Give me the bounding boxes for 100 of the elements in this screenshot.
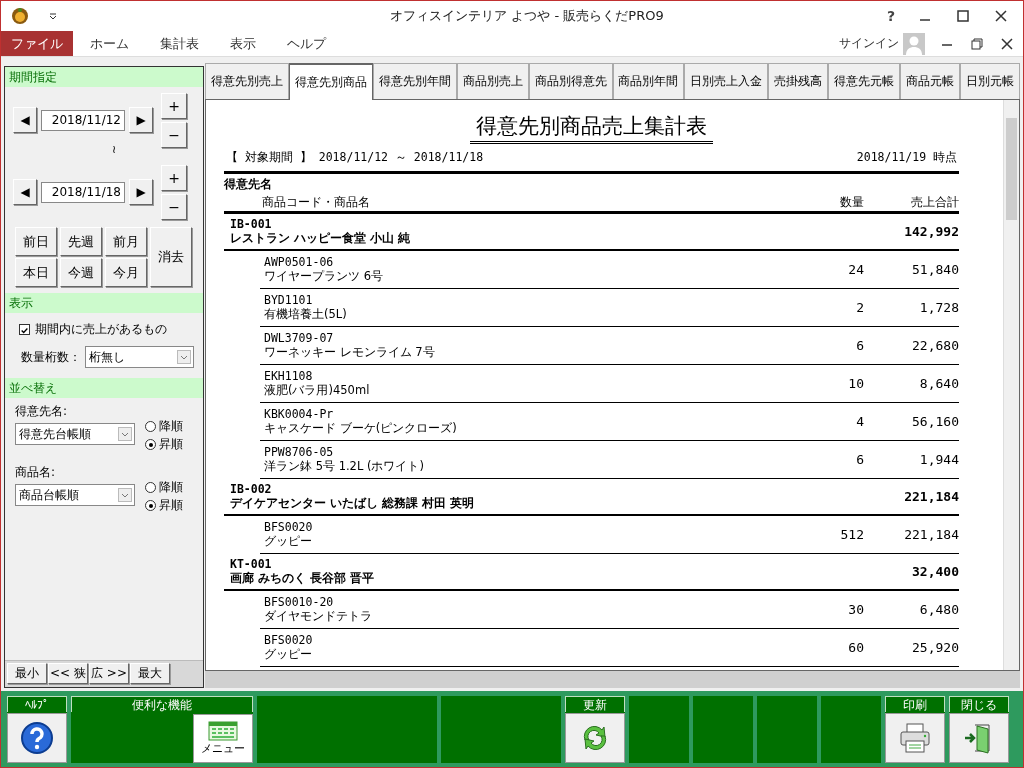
quantity-cell-text: 4 — [855, 414, 864, 429]
customer-total: 32,400 — [912, 564, 959, 579]
previous-date-button[interactable]: ◀ — [13, 107, 37, 133]
column-header: 売上合計 — [910, 195, 959, 210]
dropdown[interactable]: 桁無し — [85, 346, 194, 368]
report-tab[interactable]: 得意先別売上 — [205, 63, 289, 99]
field-label: 得意先名: — [14, 403, 69, 420]
menu-item[interactable]: ヘルプ — [270, 31, 340, 56]
date-preset-button[interactable]: 先週 — [60, 227, 102, 256]
report-tab[interactable]: 得意先元帳 — [828, 63, 901, 99]
menu-item[interactable]: 集計表 — [143, 31, 213, 56]
vertical-scrollbar[interactable] — [1003, 100, 1019, 670]
maximize-icon[interactable] — [955, 8, 971, 24]
minus-button[interactable]: − — [161, 121, 187, 148]
report-tab[interactable]: 商品元帳 — [900, 63, 961, 99]
date-preset-button[interactable]: 今週 — [60, 258, 102, 287]
amount-cell-text: 51,840 — [911, 262, 959, 277]
radio-label: 降順 — [159, 479, 183, 496]
panel-width-button[interactable]: 広 >> — [89, 663, 129, 684]
date-field[interactable]: 2018/11/12 — [41, 109, 125, 131]
customer-code: IB-001 — [230, 217, 273, 231]
close-icon[interactable] — [993, 8, 1009, 24]
report-title: 得意先別商品売上集計表 — [470, 112, 713, 144]
dropdown[interactable]: 商品台帳順 — [15, 484, 135, 506]
date-preset-button[interactable]: 前月 — [105, 227, 147, 256]
product-code: BFS0020 — [264, 633, 314, 647]
amount-cell-text: 8,640 — [918, 376, 959, 391]
amount-cell-text: 1,728 — [918, 300, 959, 315]
customer-name: レストラン ハッピー食堂 小山 純 — [230, 231, 411, 246]
panel-width-button[interactable]: 最大 — [130, 663, 170, 684]
help-button[interactable]: ? — [886, 8, 895, 24]
section-header: 表示 — [5, 293, 203, 313]
panel-width-button[interactable]: 最小 — [7, 663, 47, 684]
app-logo-icon — [11, 7, 29, 25]
next-date-button[interactable]: ▶ — [129, 107, 153, 133]
product-code: BYD1101 — [264, 293, 314, 307]
product-code: BFS0020 — [264, 520, 314, 534]
next-date-button[interactable]: ▶ — [129, 179, 153, 205]
report-tab[interactable]: 日別元帳 — [960, 63, 1020, 99]
caret-icon — [118, 427, 132, 441]
horizontal-scrollbar[interactable] — [205, 671, 1020, 688]
radio-button[interactable] — [145, 500, 156, 511]
amount-cell-text: 6,480 — [918, 602, 959, 617]
report-tab[interactable]: 得意先別年間 — [372, 63, 457, 99]
menu-button[interactable]: メニュー — [193, 714, 253, 763]
minus-button[interactable]: − — [161, 193, 187, 220]
menu-item[interactable]: ホーム — [73, 31, 143, 56]
radio-label: 昇順 — [159, 497, 183, 514]
empty-panel — [757, 696, 817, 763]
dropdown[interactable]: 得意先台帳順 — [15, 423, 135, 445]
empty-panel — [821, 696, 881, 763]
product-code: KBK0004-Pr — [264, 407, 335, 421]
column-header: 得意先名 — [224, 177, 273, 192]
restore-icon[interactable] — [969, 35, 985, 52]
date-preset-button[interactable]: 前日 — [15, 227, 57, 256]
field-label: 数量桁数： — [21, 348, 81, 366]
quantity-cell-text: 30 — [847, 602, 864, 617]
section-header: 期間指定 — [5, 67, 203, 87]
date-field[interactable]: 2018/11/18 — [41, 181, 125, 203]
radio-button[interactable] — [145, 482, 156, 493]
report-tab[interactable]: 売掛残高 — [768, 63, 829, 99]
report-tab[interactable]: 商品別得意先 — [528, 63, 613, 99]
product-code: AWP0501-06 — [264, 255, 335, 269]
report-tab[interactable]: 商品別年間 — [612, 63, 685, 99]
customer-name: 画廊 みちのく 長谷部 晋平 — [230, 571, 375, 586]
product-name: ダイヤモンドテトラ — [264, 609, 373, 624]
caret-icon — [177, 350, 191, 364]
plus-button[interactable]: + — [161, 92, 187, 119]
report-tab[interactable]: 得意先別商品 — [288, 63, 373, 100]
radio-button[interactable] — [145, 439, 156, 450]
menu-item[interactable]: ファイル — [1, 31, 73, 56]
customer-total: 221,184 — [904, 489, 959, 504]
product-code: DWL3709-07 — [264, 331, 335, 345]
plus-button[interactable]: + — [161, 164, 187, 191]
menu-item[interactable]: 表示 — [213, 31, 270, 56]
checkbox[interactable] — [19, 324, 30, 335]
customer-code: IB-002 — [230, 482, 273, 496]
caret-icon — [118, 488, 132, 502]
toolbar-label: ﾍﾙﾌﾟ — [7, 696, 67, 712]
product-name: グッピー — [264, 647, 313, 662]
product-code: BFS0010-20 — [264, 595, 335, 609]
product-name: キャスケード ブーケ(ピンクローズ) — [264, 421, 458, 436]
date-preset-button[interactable]: 本日 — [15, 258, 57, 287]
toolbar-button[interactable] — [7, 713, 67, 763]
quick-access-dropdown-icon[interactable] — [49, 12, 57, 20]
sign-in-link[interactable]: サインイン — [839, 35, 899, 52]
customer-name: デイケアセンター いたばし 総務課 村田 英明 — [230, 496, 475, 511]
product-code: EKH1108 — [264, 369, 314, 383]
clear-button[interactable]: 消去 — [150, 227, 192, 287]
report-tab[interactable]: 日別売上入金 — [684, 63, 769, 99]
quantity-cell-text: 6 — [855, 338, 864, 353]
quantity-cell-text: 24 — [847, 262, 864, 277]
radio-button[interactable] — [145, 421, 156, 432]
panel-width-button[interactable]: << 狭 — [48, 663, 88, 684]
date-preset-button[interactable]: 今月 — [105, 258, 147, 287]
report-tab[interactable]: 商品別売上 — [456, 63, 529, 99]
field-label: 商品名: — [14, 464, 57, 481]
previous-date-button[interactable]: ◀ — [13, 179, 37, 205]
close-icon[interactable] — [999, 35, 1015, 52]
product-name: ワーネッキー レモンライム 7号 — [264, 345, 436, 360]
